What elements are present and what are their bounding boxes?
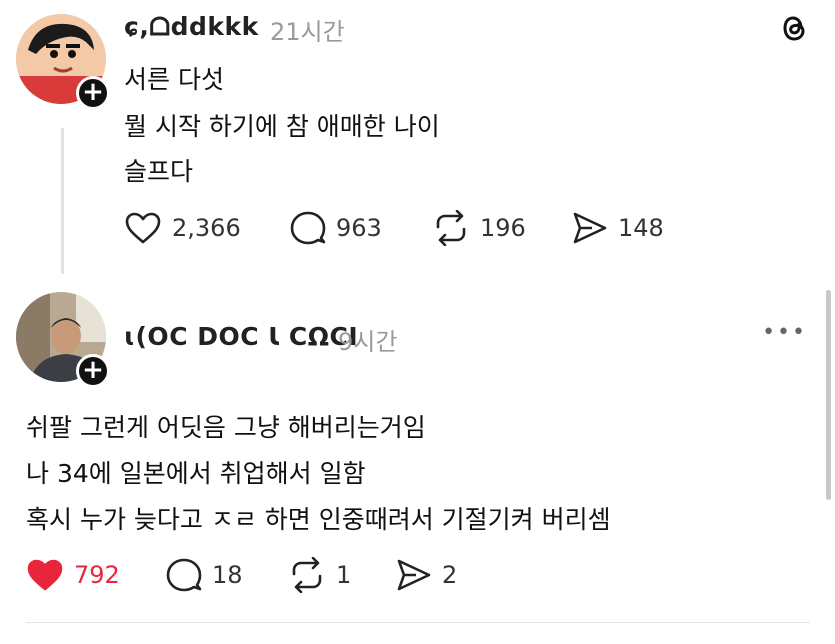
more-options-icon[interactable]: •••: [762, 320, 807, 345]
repost-icon: [292, 557, 322, 593]
post-username[interactable]: ɕ,ᗝddkkk: [124, 12, 259, 42]
heart-filled-icon: [27, 559, 63, 591]
post-text-line: 나 34에 일본에서 취업해서 일함: [26, 459, 366, 488]
post-text-line: 서른 다섯: [124, 65, 224, 94]
post-time: 21시간: [270, 18, 345, 46]
share-count: 2: [442, 561, 458, 589]
post-text-line: 쉬팔 그런게 어딧음 그냥 해버리는거임: [26, 413, 426, 442]
post-time: 9시간: [338, 328, 398, 356]
like-count: 792: [74, 561, 120, 589]
avatar[interactable]: +: [16, 14, 110, 110]
post-text-line: 뭘 시작 하기에 참 애매한 나이: [124, 112, 440, 141]
repost-count: 1: [336, 561, 352, 589]
comment-count: 963: [336, 214, 382, 242]
share-count: 148: [618, 214, 664, 242]
repost-icon: [436, 210, 466, 246]
repost-button[interactable]: 196: [432, 208, 526, 248]
threads-logo-icon[interactable]: [779, 12, 809, 52]
like-button[interactable]: 2,366: [124, 208, 241, 248]
avatar[interactable]: +: [16, 292, 110, 388]
thread-connector-line: [61, 128, 64, 274]
comment-count: 18: [212, 561, 243, 589]
comment-button[interactable]: 963: [290, 208, 382, 248]
share-icon: [397, 559, 431, 591]
like-count: 2,366: [172, 214, 241, 242]
like-button[interactable]: 792: [26, 555, 120, 595]
share-icon: [573, 212, 607, 244]
share-button[interactable]: 148: [572, 208, 664, 248]
post-text-line: 슬프다: [124, 157, 194, 186]
heart-icon: [125, 212, 161, 244]
post-username[interactable]: ɩ(OC DOC Ɩ CΩCI: [124, 322, 358, 351]
follow-plus-button[interactable]: +: [76, 354, 110, 388]
comment-icon: [166, 558, 202, 592]
post-divider: [26, 622, 810, 623]
share-button[interactable]: 2: [396, 555, 457, 595]
repost-button[interactable]: 1: [288, 555, 351, 595]
scrollbar[interactable]: [826, 290, 831, 500]
comment-icon: [290, 211, 326, 245]
comment-button[interactable]: 18: [166, 555, 243, 595]
post-text-line: 혹시 누가 늦다고 ㅈㄹ 하면 인중때려서 기절기켜 버리셈: [26, 505, 611, 534]
follow-plus-button[interactable]: +: [76, 76, 110, 110]
repost-count: 196: [480, 214, 526, 242]
